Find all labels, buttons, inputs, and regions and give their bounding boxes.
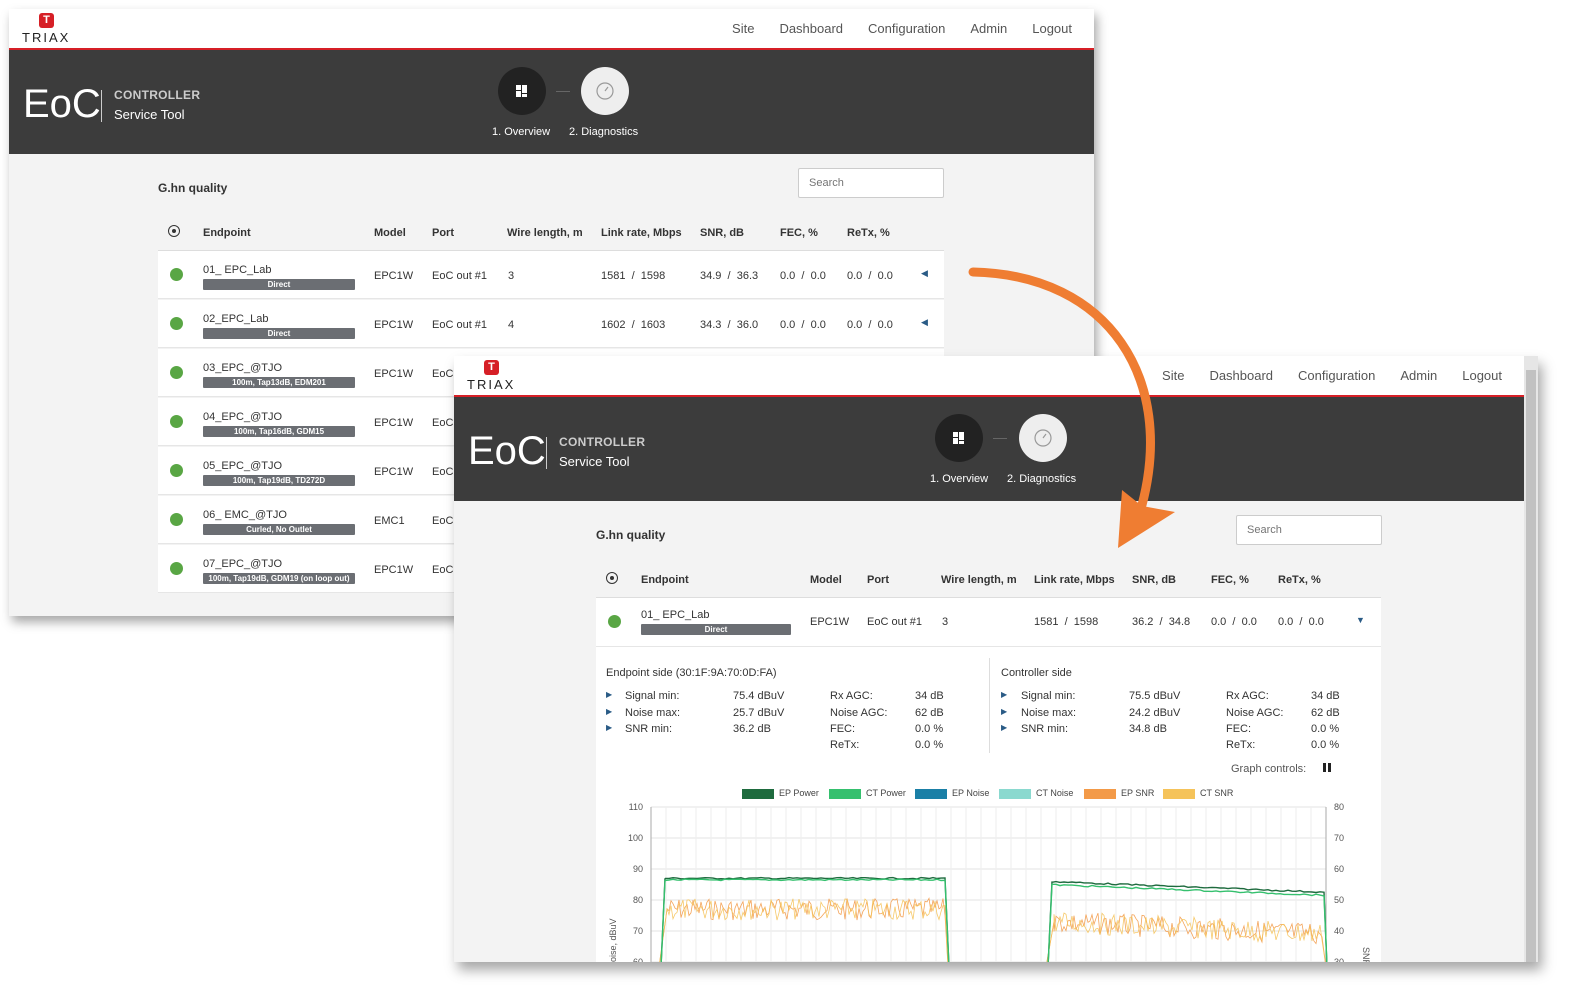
arrow-curve	[968, 267, 1155, 510]
transition-arrow	[968, 267, 1175, 548]
